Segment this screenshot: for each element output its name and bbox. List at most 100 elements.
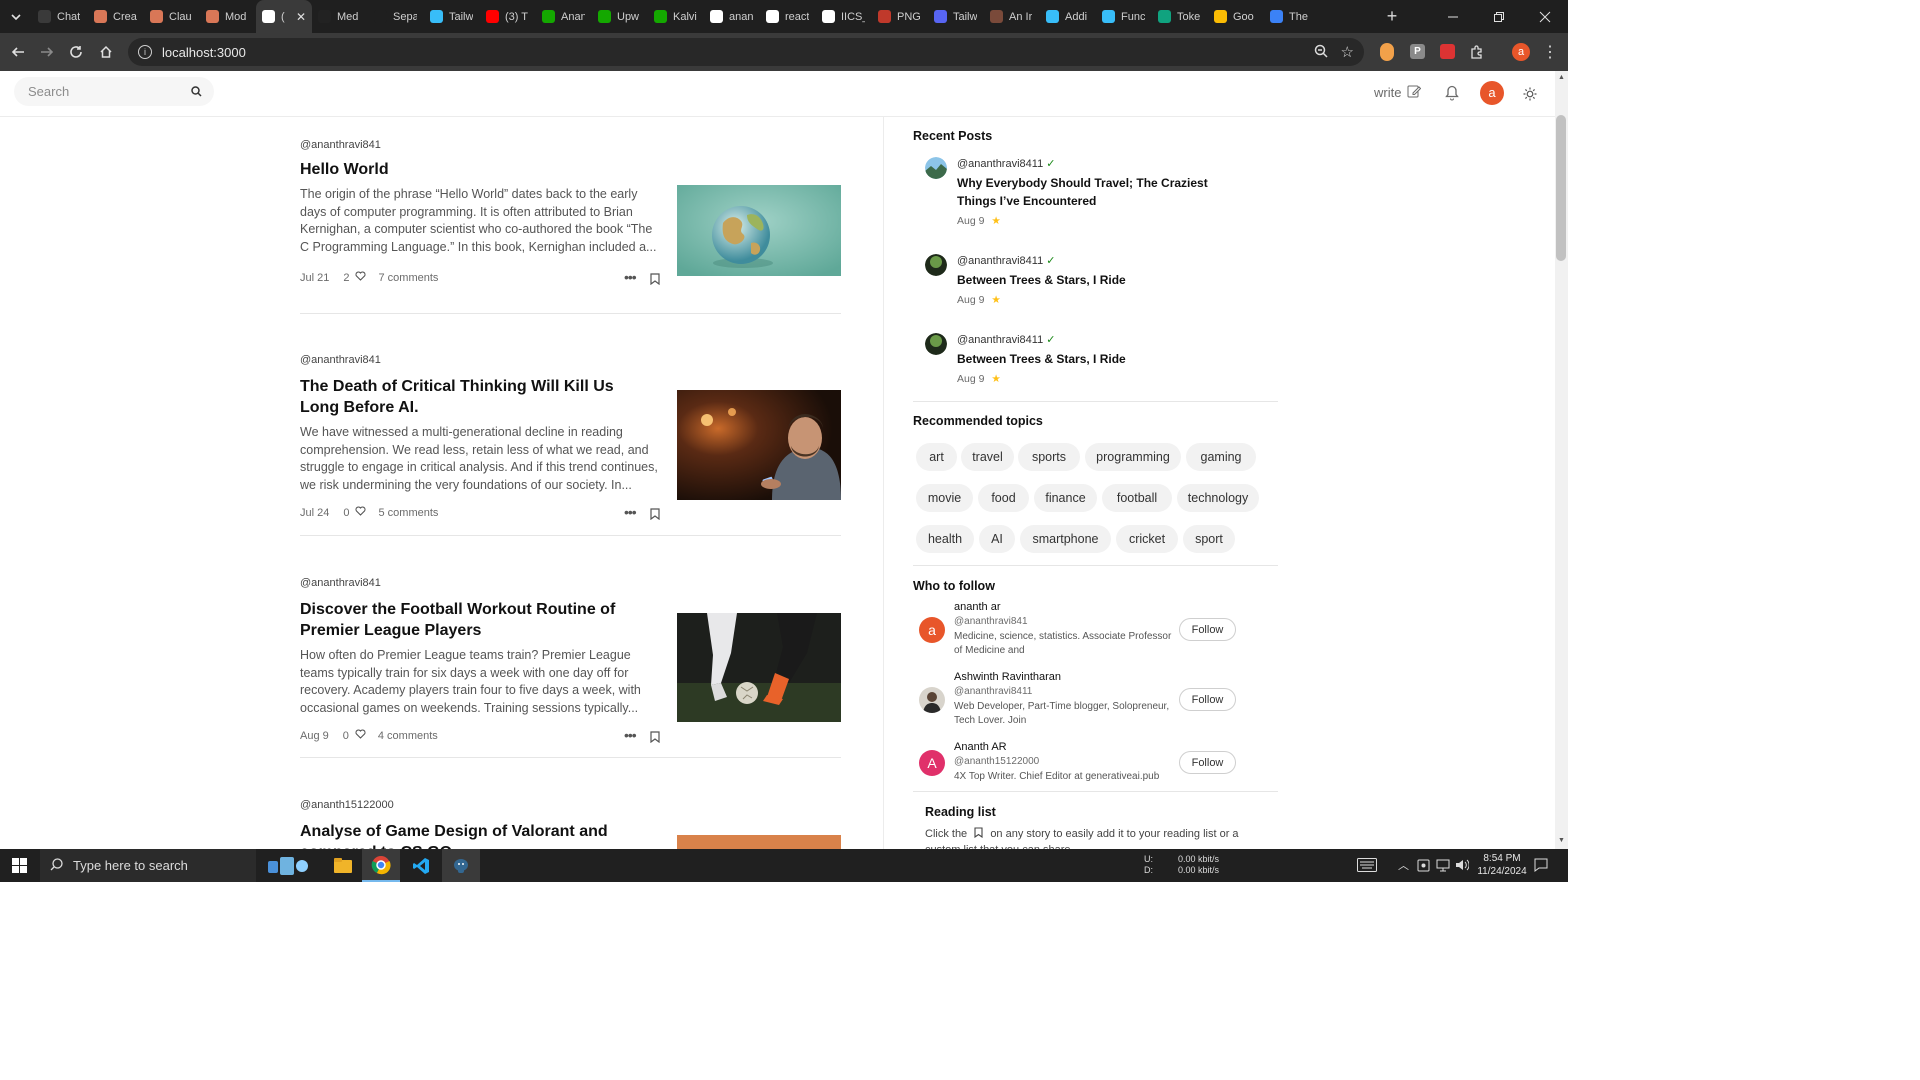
close-window-icon[interactable] (1522, 3, 1568, 31)
bookmark-icon[interactable] (650, 507, 660, 525)
recent-post-author[interactable]: @ananthravi8411 ✓ (957, 157, 1055, 170)
topic-chip[interactable]: health (916, 525, 974, 553)
extension-icon-1[interactable] (1380, 43, 1394, 61)
browser-tab[interactable]: (3) T (480, 0, 536, 33)
recent-post-author[interactable]: @ananthravi8411 ✓ (957, 254, 1055, 267)
scrollbar-thumb[interactable] (1556, 115, 1566, 261)
postgres-taskbar-icon[interactable] (442, 849, 480, 882)
more-options-icon[interactable]: ••• (624, 727, 637, 743)
windows-start-icon[interactable] (0, 849, 38, 882)
follow-name[interactable]: ananth ar (954, 601, 1000, 613)
more-options-icon[interactable]: ••• (624, 504, 637, 520)
browser-tab[interactable]: Mod (200, 0, 256, 33)
comments-link[interactable]: 5 comments (378, 507, 438, 519)
topic-chip[interactable]: finance (1034, 484, 1097, 512)
browser-tab[interactable]: Chat (32, 0, 88, 33)
recent-post-title[interactable]: Between Trees & Stars, I Ride (957, 350, 1227, 368)
bookmark-star-icon[interactable]: ☆ (1341, 43, 1354, 61)
recent-post-author[interactable]: @ananthravi8411 ✓ (957, 333, 1055, 346)
heart-icon[interactable] (355, 506, 367, 519)
browser-tab[interactable]: anan (704, 0, 760, 33)
heart-icon[interactable] (355, 729, 366, 742)
post-title[interactable]: The Death of Critical Thinking Will Kill… (300, 376, 650, 418)
browser-tab[interactable]: The (1264, 0, 1320, 33)
volume-icon[interactable] (1455, 858, 1470, 877)
post-author[interactable]: @ananthravi841 (300, 354, 841, 366)
post-card[interactable]: @ananth15122000 Analyse of Game Design o… (300, 799, 841, 849)
browser-tab[interactable]: Addi (1040, 0, 1096, 33)
browser-tab[interactable]: Tailw (424, 0, 480, 33)
new-tab-button[interactable]: + (1378, 3, 1406, 31)
browser-tab[interactable]: Clau (144, 0, 200, 33)
topic-chip[interactable]: smartphone (1020, 525, 1111, 553)
topic-chip[interactable]: technology (1177, 484, 1259, 512)
post-author[interactable]: @ananth15122000 (300, 799, 841, 811)
follow-avatar[interactable] (919, 687, 945, 713)
browser-tab[interactable]: PNG (872, 0, 928, 33)
theme-toggle-sun-icon[interactable] (1523, 87, 1537, 106)
browser-tab[interactable]: Kalvi (648, 0, 704, 33)
follow-button[interactable]: Follow (1179, 618, 1236, 641)
notifications-center-icon[interactable] (1534, 858, 1548, 877)
tab-search-chevron-icon[interactable] (0, 3, 32, 31)
topic-chip[interactable]: travel (961, 443, 1014, 471)
comments-link[interactable]: 7 comments (378, 272, 438, 284)
recent-post-avatar[interactable] (925, 333, 947, 355)
topic-chip[interactable]: sports (1018, 443, 1080, 471)
topic-chip[interactable]: food (978, 484, 1029, 512)
topic-chip[interactable]: cricket (1116, 525, 1178, 553)
topic-chip[interactable]: sport (1183, 525, 1235, 553)
browser-tab[interactable]: Crea (88, 0, 144, 33)
write-button[interactable]: write (1374, 84, 1422, 101)
minimize-icon[interactable] (1430, 3, 1476, 31)
browser-tab[interactable]: An Ir (984, 0, 1040, 33)
follow-name[interactable]: Ananth AR (954, 741, 1007, 753)
scroll-up-arrow-icon[interactable]: ▲ (1558, 74, 1565, 81)
browser-tab[interactable]: react (760, 0, 816, 33)
search-icon[interactable] (191, 85, 202, 100)
address-bar[interactable]: i localhost:3000 ☆ (128, 38, 1364, 66)
recent-post-avatar[interactable] (925, 157, 947, 179)
weather-widget-icon[interactable] (258, 849, 318, 882)
browser-tab[interactable]: Med (312, 0, 368, 33)
browser-tab[interactable]: (✕ (256, 0, 312, 33)
follow-avatar[interactable]: a (919, 617, 945, 643)
recent-post-title[interactable]: Why Everybody Should Travel; The Crazies… (957, 174, 1227, 210)
site-info-icon[interactable]: i (138, 45, 152, 59)
more-options-icon[interactable]: ••• (624, 269, 637, 285)
browser-tab[interactable]: Toke (1152, 0, 1208, 33)
follow-avatar[interactable]: A (919, 750, 945, 776)
close-tab-icon[interactable]: ✕ (296, 10, 306, 24)
keyboard-layout-icon[interactable] (1357, 858, 1377, 877)
taskbar-search-box[interactable]: Type here to search (40, 849, 256, 882)
browser-menu-icon[interactable]: ⋮ (1536, 38, 1564, 66)
post-title[interactable]: Hello World (300, 159, 841, 180)
post-card[interactable]: @ananthravi841 Hello World The origin of… (300, 139, 841, 289)
bookmark-icon[interactable] (650, 272, 660, 290)
follow-button[interactable]: Follow (1179, 688, 1236, 711)
extension-icon-3[interactable] (1440, 44, 1455, 59)
scroll-down-arrow-icon[interactable]: ▼ (1558, 837, 1565, 844)
tray-chevron-icon[interactable]: ︿ (1398, 857, 1409, 873)
browser-tab[interactable]: Anan (536, 0, 592, 33)
clock[interactable]: 8:54 PM 11/24/2024 (1472, 852, 1532, 878)
recent-post-avatar[interactable] (925, 254, 947, 276)
vscode-taskbar-icon[interactable] (402, 849, 440, 882)
post-card[interactable]: @ananthravi841 The Death of Critical Thi… (300, 354, 841, 524)
heart-icon[interactable] (355, 271, 367, 284)
topic-chip[interactable]: programming (1085, 443, 1181, 471)
browser-tab[interactable]: Goo (1208, 0, 1264, 33)
home-icon[interactable] (92, 38, 120, 66)
file-explorer-icon[interactable] (324, 849, 362, 882)
browser-tab[interactable]: Func (1096, 0, 1152, 33)
follow-name[interactable]: Ashwinth Ravintharan (954, 671, 1061, 683)
post-title[interactable]: Analyse of Game Design of Valorant and c… (300, 821, 660, 849)
chrome-taskbar-icon[interactable] (362, 849, 400, 882)
post-author[interactable]: @ananthravi841 (300, 577, 841, 589)
extension-icon-2[interactable]: P (1410, 44, 1425, 59)
bookmark-icon[interactable] (650, 730, 660, 748)
profile-avatar[interactable]: a (1512, 43, 1530, 61)
post-author[interactable]: @ananthravi841 (300, 139, 841, 151)
post-card[interactable]: @ananthravi841 Discover the Football Wor… (300, 577, 841, 747)
follow-button[interactable]: Follow (1179, 751, 1236, 774)
